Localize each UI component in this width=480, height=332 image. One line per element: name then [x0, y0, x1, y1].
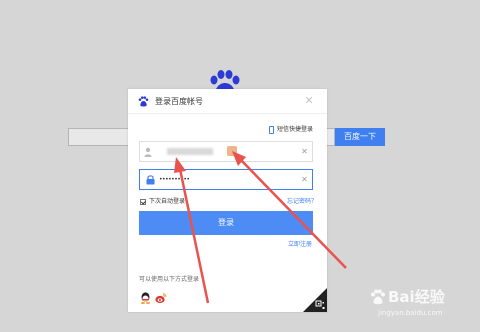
- dialog-title: 登录百度帐号: [155, 97, 203, 106]
- login-button[interactable]: 登录: [139, 211, 313, 235]
- phone-icon: [269, 126, 274, 134]
- username-field[interactable]: ✕: [139, 141, 313, 162]
- other-login-methods-label: 可以使用以下方式登录: [139, 276, 200, 283]
- login-dialog: 登录百度帐号 ✕ 短信快捷登录 ✕ •••••••••• ✕ 下次自动登录 忘记…: [128, 89, 327, 312]
- close-icon[interactable]: ✕: [303, 95, 315, 107]
- watermark-paw-icon: [371, 289, 385, 305]
- password-field[interactable]: •••••••••• ✕: [139, 169, 313, 190]
- register-link[interactable]: 立即注册: [288, 240, 312, 250]
- qq-icon[interactable]: [140, 292, 151, 304]
- user-icon: [144, 147, 152, 157]
- password-value: ••••••••••: [159, 176, 190, 183]
- background-search-button[interactable]: 百度一下: [335, 128, 385, 146]
- username-redaction-mark: [227, 146, 237, 156]
- watermark-text: Bai经验: [388, 288, 445, 306]
- baidu-jingyan-watermark: Bai经验 jingyan.baidu.com: [366, 286, 476, 326]
- username-value-blurred: [167, 148, 213, 155]
- clear-password-icon[interactable]: ✕: [300, 175, 309, 185]
- baidu-paw-icon: [138, 96, 149, 107]
- watermark-url: jingyan.baidu.com: [378, 309, 443, 317]
- dialog-header: 登录百度帐号 ✕: [128, 89, 327, 114]
- sms-login-label: 短信快捷登录: [277, 126, 314, 133]
- checkbox-checked-icon[interactable]: [140, 199, 146, 205]
- auto-login-checkbox[interactable]: 下次自动登录: [140, 197, 185, 207]
- qr-code-icon[interactable]: [303, 288, 327, 312]
- sms-login-link[interactable]: 短信快捷登录: [269, 125, 313, 135]
- clear-username-icon[interactable]: ✕: [300, 147, 309, 157]
- auto-login-label: 下次自动登录: [149, 198, 186, 205]
- lock-icon: [146, 175, 155, 185]
- forgot-password-link[interactable]: 忘记密码？: [287, 197, 317, 207]
- weibo-icon[interactable]: [155, 292, 167, 304]
